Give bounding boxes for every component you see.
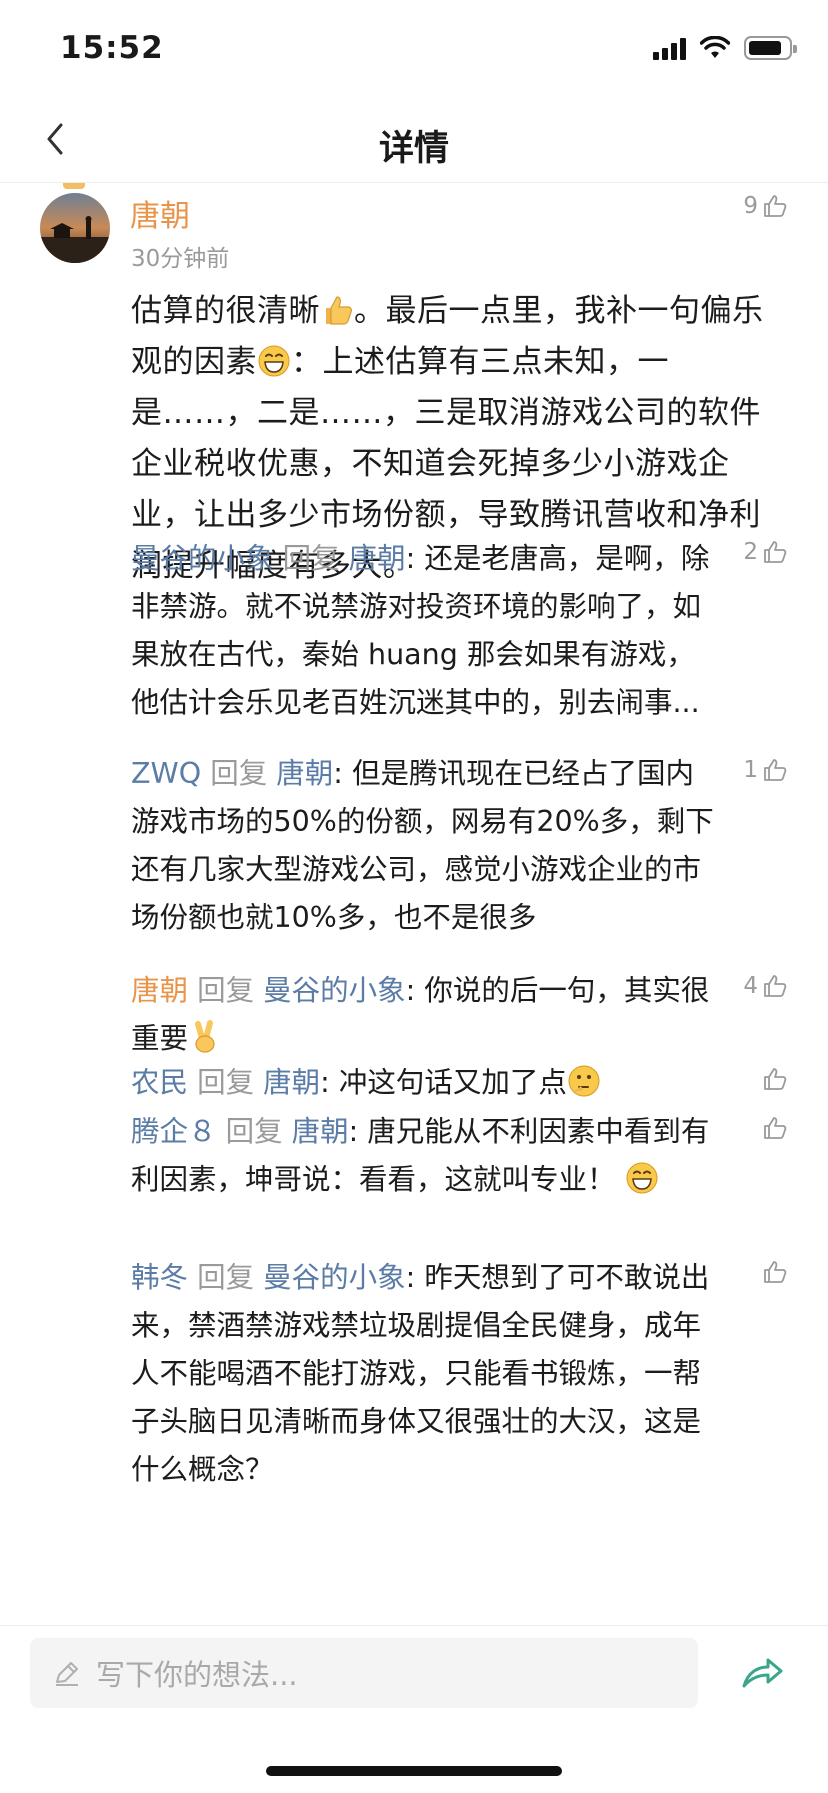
post-time: 30分钟前	[131, 246, 230, 272]
thumbs-up-icon	[764, 195, 787, 217]
reply-label: 回复	[197, 974, 255, 1007]
reply-target[interactable]: 唐朝	[276, 757, 333, 790]
page-title: 详情	[378, 129, 449, 169]
home-indicator	[266, 1766, 562, 1776]
reply-like-button[interactable]: 2	[743, 539, 788, 565]
reply-author[interactable]: 韩冬	[131, 1261, 188, 1294]
status-time: 15:52	[60, 30, 164, 66]
reply-item[interactable]: 韩冬 回复 曼谷的小象: 昨天想到了可不敢说出来，禁酒禁游戏禁垃圾剧提倡全民健身…	[131, 1254, 721, 1494]
thumbs-up-icon	[764, 759, 787, 781]
reply-like-button[interactable]	[744, 1259, 788, 1285]
battery-icon	[744, 36, 797, 60]
cellular-signal-icon	[653, 36, 686, 60]
reply-like-button[interactable]: 1	[743, 757, 788, 783]
reply-label: 回复	[210, 757, 268, 790]
crown-badge-icon	[63, 183, 85, 189]
reply-label: 回复	[197, 1066, 255, 1099]
bottom-bar: 写下你的想法...	[0, 1625, 828, 1793]
grinning-emoji	[626, 1162, 658, 1194]
reply-label: 回复	[197, 1261, 255, 1294]
reply-author[interactable]: 农民	[131, 1066, 188, 1099]
reply-like-button[interactable]: 4	[743, 973, 788, 999]
thumbs-up-icon	[764, 541, 787, 563]
reply-target[interactable]: 曼谷的小象	[263, 974, 406, 1007]
reply-target[interactable]: 唐朝	[349, 542, 406, 575]
reply-target[interactable]: 唐朝	[292, 1115, 349, 1148]
reply-like-count: 4	[743, 973, 758, 999]
reply-text: : 冲这句话又加了点	[320, 1066, 567, 1099]
reply-like-button[interactable]	[744, 1115, 788, 1141]
reply-item[interactable]: 曼谷的小象 回复 唐朝: 还是老唐高，是啊，除非禁游。就不说禁游对投资环境的影响…	[131, 535, 721, 727]
thumbs-up-icon	[764, 1068, 787, 1090]
thumbs-up-emoji	[326, 296, 352, 325]
reply-item[interactable]: 唐朝 回复 曼谷的小象: 你说的后一句，其实很重要	[131, 967, 721, 1063]
share-icon[interactable]	[738, 1650, 786, 1698]
reply-author[interactable]: ZWQ	[131, 757, 201, 790]
victory-hand-emoji	[195, 1020, 215, 1053]
grinning-emoji	[258, 345, 290, 377]
like-button[interactable]: 9	[743, 193, 788, 219]
reply-author[interactable]: 腾企８	[131, 1115, 217, 1148]
like-count: 9	[743, 193, 758, 219]
thumbs-up-icon	[764, 1261, 787, 1283]
status-icons	[653, 36, 797, 60]
reply-like-count: 1	[743, 757, 758, 783]
pencil-icon	[56, 1662, 78, 1686]
author-name[interactable]: 唐朝	[130, 191, 190, 235]
status-bar: 15:52	[0, 0, 828, 100]
reply-label: 回复	[282, 542, 340, 575]
reply-author[interactable]: 唐朝	[131, 974, 188, 1007]
comment-detail: 唐朝 30分钟前 9 估算的很清晰 。最后一点里，我补一句偏乐观的因素 ：上述估算有…	[0, 183, 828, 1625]
reply-target[interactable]: 唐朝	[263, 1066, 320, 1099]
reply-text: : 唐兄能从不利因素中看到有利因素，坤哥说：看看，这就叫专业！	[131, 1115, 710, 1196]
nav-bar: 详情	[0, 100, 828, 183]
reply-target[interactable]: 曼谷的小象	[263, 1261, 406, 1294]
reply-item[interactable]: 腾企８ 回复 唐朝: 唐兄能从不利因素中看到有利因素，坤哥说：看看，这就叫专业！	[131, 1108, 721, 1204]
wifi-icon	[700, 36, 730, 58]
reply-item[interactable]: ZWQ 回复 唐朝: 但是腾讯现在已经占了国内游戏市场的50%的份额，网易有20…	[131, 750, 721, 942]
reply-author[interactable]: 曼谷的小象	[131, 542, 274, 575]
post-body-text: 估算的很清晰	[131, 293, 320, 329]
reply-text: : 昨天想到了可不敢说出来，禁酒禁游戏禁垃圾剧提倡全民健身，成年人不能喝酒不能打…	[131, 1261, 710, 1486]
comment-placeholder: 写下你的想法...	[96, 1658, 298, 1692]
avatar-image	[40, 193, 110, 263]
reply-like-count: 2	[743, 539, 758, 565]
thinking-emoji	[568, 1065, 600, 1097]
reply-item[interactable]: 农民 回复 唐朝: 冲这句话又加了点	[131, 1059, 721, 1107]
thumbs-up-icon	[764, 1117, 787, 1139]
thumbs-up-icon	[764, 975, 787, 997]
reply-label: 回复	[225, 1115, 283, 1148]
reply-like-button[interactable]	[744, 1066, 788, 1092]
avatar[interactable]	[40, 193, 110, 263]
comment-input[interactable]: 写下你的想法...	[30, 1638, 698, 1708]
